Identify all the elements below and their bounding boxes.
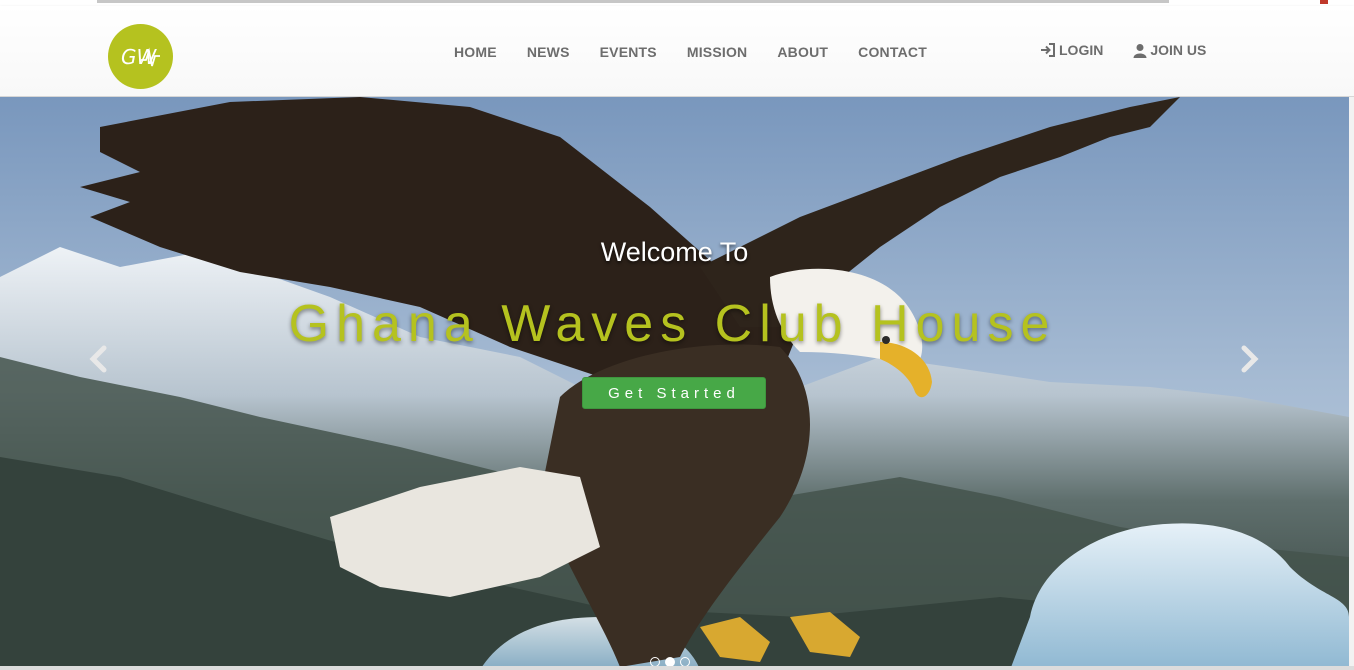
- carousel-prev-arrow[interactable]: [84, 342, 114, 376]
- logo[interactable]: GW: [108, 24, 173, 89]
- navbar: GW HOME NEWS EVENTS MISSION ABOUT CONTAC…: [0, 6, 1354, 97]
- hero-welcome-text: Welcome To: [600, 237, 749, 267]
- account-nav: LOGIN JOIN US: [1040, 42, 1236, 58]
- login-label: LOGIN: [1059, 42, 1104, 58]
- nav-home[interactable]: HOME: [454, 44, 497, 60]
- hero-carousel: Welcome To Ghana Waves Club House Get St…: [0, 97, 1349, 670]
- user-icon: [1133, 43, 1147, 58]
- nav-about[interactable]: ABOUT: [777, 44, 828, 60]
- chevron-right-icon: [1241, 345, 1259, 373]
- nav-contact[interactable]: CONTACT: [858, 44, 927, 60]
- join-us-link[interactable]: JOIN US: [1133, 42, 1206, 58]
- browser-bottom-edge: [0, 666, 1354, 670]
- browser-close-hint: [1320, 0, 1328, 4]
- nav-mission[interactable]: MISSION: [687, 44, 748, 60]
- nav-news[interactable]: NEWS: [527, 44, 570, 60]
- get-started-button[interactable]: Get Started: [582, 377, 766, 409]
- login-icon: [1041, 43, 1055, 57]
- chevron-left-icon: [89, 345, 107, 373]
- main-nav: HOME NEWS EVENTS MISSION ABOUT CONTACT: [440, 42, 957, 62]
- page-scrollbar[interactable]: [1349, 97, 1354, 670]
- join-us-label: JOIN US: [1150, 42, 1207, 58]
- login-link[interactable]: LOGIN: [1040, 42, 1103, 58]
- carousel-next-arrow[interactable]: [1234, 342, 1264, 376]
- browser-address-strip: [97, 0, 1169, 3]
- hero-title: Ghana Waves Club House: [288, 295, 1057, 353]
- logo-mark-icon: GW: [121, 45, 160, 69]
- nav-events[interactable]: EVENTS: [600, 44, 657, 60]
